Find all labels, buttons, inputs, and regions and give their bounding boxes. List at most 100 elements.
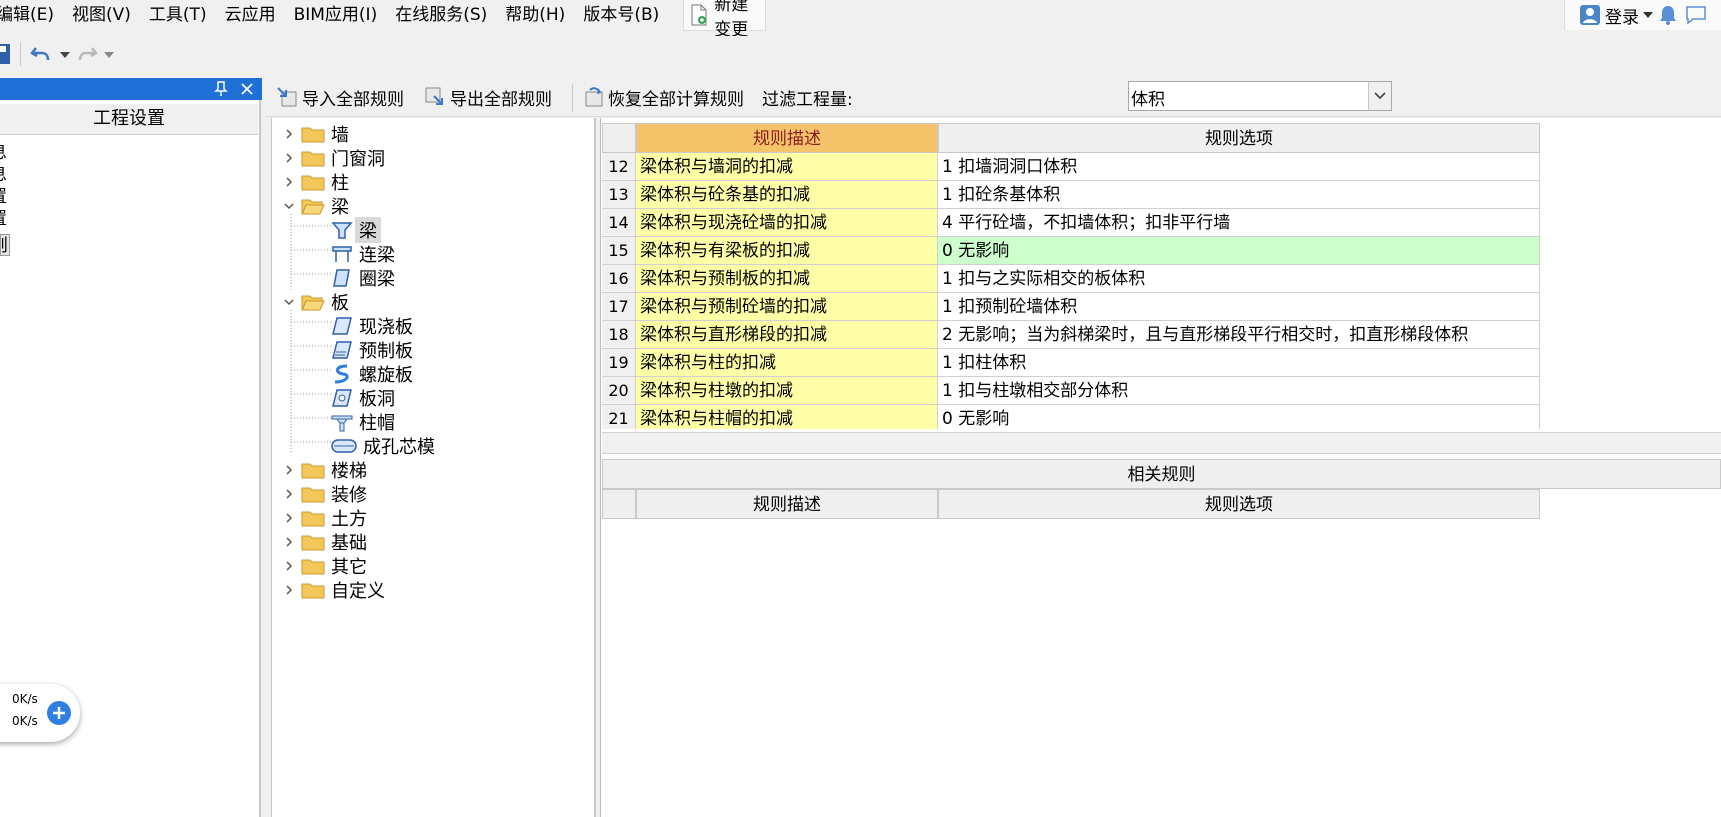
dropdown-button[interactable] [1368,82,1391,110]
tree-item[interactable]: 柱 [283,170,349,194]
tree-item[interactable]: 其它 [283,554,367,578]
rule-description[interactable]: 梁体积与有梁板的扣减 [636,237,938,265]
rule-description[interactable]: 梁体积与砼条基的扣减 [636,181,938,209]
rule-description[interactable]: 梁体积与预制板的扣减 [636,265,938,293]
table-row[interactable]: 13 梁体积与砼条基的扣减 1 扣砼条基体积 [602,181,1540,209]
rule-option[interactable]: 4 平行砼墙，不扣墙体积；扣非平行墙 [938,209,1540,237]
new-change-button[interactable]: 新建变更 [683,0,766,40]
bell-icon[interactable] [1659,4,1677,26]
redo-icon[interactable] [76,44,98,64]
chevron-right-icon[interactable] [283,584,295,596]
tree-item[interactable]: 门窗洞 [283,146,385,170]
related-column-description[interactable]: 规则描述 [636,489,938,519]
menu-cloud[interactable]: 云应用 [225,0,284,30]
related-column-option[interactable]: 规则选项 [938,489,1540,519]
table-row[interactable]: 21 梁体积与柱帽的扣减 0 无影响 [602,405,1540,429]
close-icon[interactable] [240,82,254,96]
tree-item[interactable]: 自定义 [283,578,385,602]
rule-option[interactable]: 1 扣墙洞洞口体积 [938,153,1540,181]
export-all-rules-button[interactable]: 导出全部规则 [424,84,552,110]
tree-item[interactable]: 柱帽 [331,410,395,434]
tree-item[interactable]: 成孔芯模 [331,434,435,458]
chevron-right-icon[interactable] [283,464,295,476]
table-row[interactable]: 20 梁体积与柱墩的扣减 1 扣与柱墩相交部分体积 [602,377,1540,405]
menu-online-service[interactable]: 在线服务(S) [395,0,495,30]
undo-icon[interactable] [30,44,52,64]
table-row[interactable]: 16 梁体积与预制板的扣减 1 扣与之实际相交的板体积 [602,265,1540,293]
menu-help[interactable]: 帮助(H) [505,0,573,30]
table-row[interactable]: 19 梁体积与柱的扣减 1 扣柱体积 [602,349,1540,377]
column-header-option[interactable]: 规则选项 [938,123,1540,153]
menu-bim[interactable]: BIM应用(I) [294,0,386,30]
tree-item[interactable]: 现浇板 [331,314,413,338]
restore-all-rules-button[interactable]: 恢复全部计算规则 [582,84,744,110]
login-button[interactable]: 登录 [1605,3,1639,28]
rule-description[interactable]: 梁体积与柱的扣减 [636,349,938,377]
menu-version[interactable]: 版本号(B) [583,0,667,30]
tree-item[interactable]: 土方 [283,506,367,530]
tree-item[interactable]: 板洞 [331,386,395,410]
rule-description[interactable]: 梁体积与柱帽的扣减 [636,405,938,429]
message-icon[interactable] [1685,5,1707,25]
column-header-description[interactable]: 规则描述 [636,123,938,153]
table-row[interactable]: 15 梁体积与有梁板的扣减 0 无影响 [602,237,1540,265]
rule-description[interactable]: 梁体积与直形梯段的扣减 [636,321,938,349]
table-row[interactable]: 18 梁体积与直形梯段的扣减 2 无影响；当为斜梯梁时，且与直形梯段平行相交时，扣直… [602,321,1540,349]
tree-item[interactable]: 梁 [331,217,381,243]
tree-item[interactable]: 墙 [283,122,349,146]
chevron-right-icon[interactable] [283,488,295,500]
left-panel-item-selected[interactable]: 则 [0,234,10,256]
chevron-right-icon[interactable] [283,152,295,164]
menu-tools[interactable]: 工具(T) [149,0,215,30]
plus-icon[interactable] [46,700,72,726]
rule-option[interactable]: 1 扣预制砼墙体积 [938,293,1540,321]
menu-edit[interactable]: 编辑(E) [0,0,62,30]
chevron-right-icon[interactable] [283,536,295,548]
save-icon[interactable] [0,44,10,64]
tree-item[interactable]: 楼梯 [283,458,367,482]
rule-description[interactable]: 梁体积与预制砼墙的扣减 [636,293,938,321]
menu-view[interactable]: 视图(V) [72,0,139,30]
rule-option[interactable]: 2 无影响；当为斜梯梁时，且与直形梯段平行相交时，扣直形梯段体积 [938,321,1540,349]
beam-icon [331,220,353,240]
rule-option[interactable]: 0 无影响 [938,237,1540,265]
project-settings-tab[interactable]: 工程设置 [0,104,258,135]
chevron-right-icon[interactable] [283,560,295,572]
tree-item[interactable]: 预制板 [331,338,413,362]
rule-description[interactable]: 梁体积与墙洞的扣减 [636,153,938,181]
rule-description[interactable]: 梁体积与现浇砼墙的扣减 [636,209,938,237]
chevron-right-icon[interactable] [283,128,295,140]
tree-item[interactable]: 螺旋板 [331,362,413,386]
left-panel-item[interactable]: 息 [0,164,10,186]
undo-dropdown-icon[interactable] [60,52,70,58]
rule-option[interactable]: 1 扣柱体积 [938,349,1540,377]
tree-item[interactable]: 板 [283,290,349,314]
tree-item[interactable]: 圈梁 [331,266,395,290]
left-panel-item[interactable]: 息 [0,142,10,164]
import-all-rules-button[interactable]: 导入全部规则 [276,84,404,110]
chevron-down-icon[interactable] [283,296,295,308]
redo-dropdown-icon[interactable] [104,52,114,58]
tree-item-label: 柱 [331,173,349,194]
chevron-right-icon[interactable] [283,176,295,188]
pin-icon[interactable] [214,81,228,97]
left-panel-item[interactable]: 置 [0,208,10,230]
rule-option[interactable]: 1 扣砼条基体积 [938,181,1540,209]
chevron-right-icon[interactable] [283,512,295,524]
rule-option[interactable]: 1 扣与柱墩相交部分体积 [938,377,1540,405]
tree-item[interactable]: 梁 [283,194,349,218]
rule-description[interactable]: 梁体积与柱墩的扣减 [636,377,938,405]
table-row[interactable]: 12 梁体积与墙洞的扣减 1 扣墙洞洞口体积 [602,153,1540,181]
chevron-down-icon[interactable] [1643,12,1653,18]
rule-option[interactable]: 1 扣与之实际相交的板体积 [938,265,1540,293]
left-panel-item[interactable]: 置 [0,186,10,208]
tree-item[interactable]: 基础 [283,530,367,554]
chevron-down-icon[interactable] [283,200,295,212]
rule-option[interactable]: 0 无影响 [938,405,1540,429]
filter-quantity-select[interactable]: 体积 [1128,81,1392,111]
table-row[interactable]: 14 梁体积与现浇砼墙的扣减 4 平行砼墙，不扣墙体积；扣非平行墙 [602,209,1540,237]
table-row[interactable]: 17 梁体积与预制砼墙的扣减 1 扣预制砼墙体积 [602,293,1540,321]
horizontal-scrollbar[interactable] [602,432,1721,454]
tree-item[interactable]: 连梁 [331,242,395,266]
tree-item[interactable]: 装修 [283,482,367,506]
